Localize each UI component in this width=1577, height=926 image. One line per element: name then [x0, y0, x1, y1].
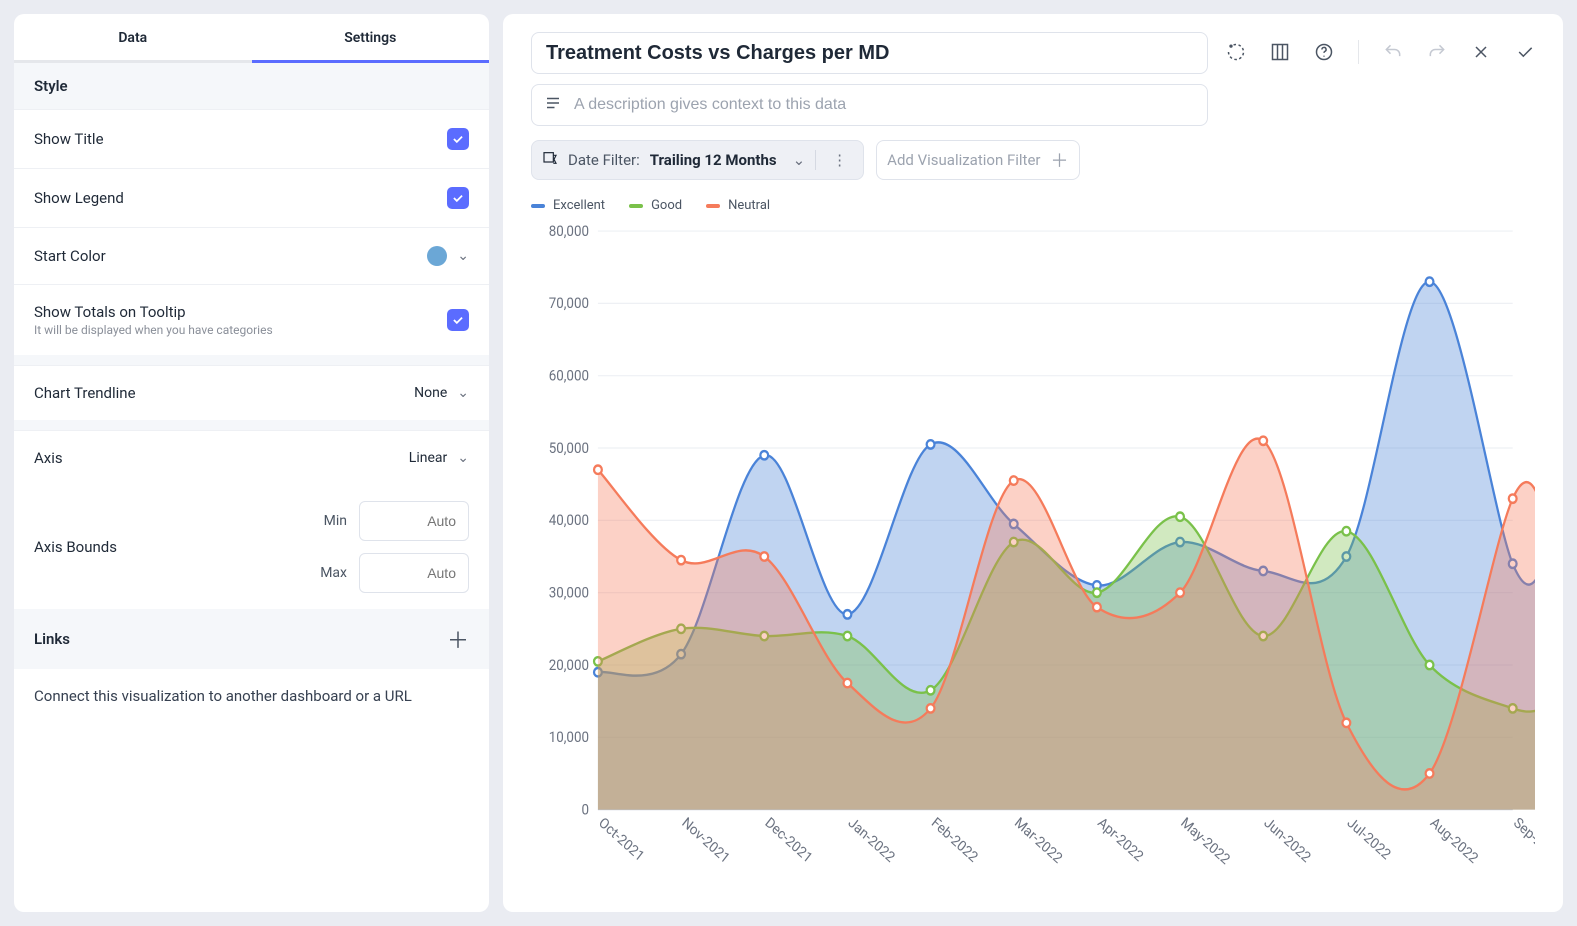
- filter-more-icon[interactable]: ⋮: [826, 151, 853, 169]
- label-max: Max: [307, 565, 347, 581]
- redo-icon[interactable]: [1427, 42, 1447, 62]
- svg-text:Oct-2021: Oct-2021: [595, 815, 647, 865]
- sub-show-totals: It will be displayed when you have categ…: [34, 323, 273, 337]
- confirm-icon[interactable]: [1515, 42, 1535, 62]
- main-panel: Date Filter: Trailing 12 Months ⌄ ⋮ Add …: [503, 14, 1563, 912]
- label-axis: Axis: [34, 449, 63, 467]
- tab-settings[interactable]: Settings: [252, 14, 490, 63]
- svg-text:40,000: 40,000: [549, 513, 589, 530]
- chevron-down-icon: ⌄: [457, 248, 469, 264]
- sidebar-tabs: Data Settings: [14, 14, 489, 63]
- row-start-color: Start Color ⌄: [14, 227, 489, 284]
- refresh-icon[interactable]: [1226, 42, 1246, 62]
- label-min: Min: [307, 513, 347, 529]
- svg-text:Sep-2022: Sep-2022: [1510, 815, 1535, 867]
- svg-text:10,000: 10,000: [549, 730, 589, 747]
- svg-text:80,000: 80,000: [549, 223, 589, 240]
- toolbar: [1226, 32, 1535, 64]
- svg-text:Jan-2022: Jan-2022: [845, 815, 898, 867]
- separator: [1358, 40, 1359, 64]
- plus-icon: ＋: [1051, 147, 1069, 173]
- label-show-title: Show Title: [34, 130, 104, 148]
- date-filter-pill[interactable]: Date Filter: Trailing 12 Months ⌄ ⋮: [531, 140, 864, 180]
- chart-area: 0 10,000 20,000 30,000 40,000 50,000 60,000 70,…: [531, 219, 1535, 894]
- svg-text:Aug-2022: Aug-2022: [1427, 815, 1481, 868]
- svg-text:Jun-2022: Jun-2022: [1261, 815, 1314, 867]
- color-swatch-icon: [427, 246, 447, 266]
- legend-excellent: Excellent: [531, 198, 605, 213]
- input-axis-min[interactable]: [359, 501, 469, 541]
- description-row: [531, 84, 1208, 126]
- trendline-value: None: [414, 385, 447, 401]
- chart-title-input[interactable]: [531, 32, 1208, 74]
- axis-value: Linear: [409, 450, 447, 466]
- row-show-legend: Show Legend: [14, 168, 489, 227]
- close-icon[interactable]: [1471, 42, 1491, 62]
- trendline-select[interactable]: None ⌄: [414, 385, 469, 401]
- links-header-text: Links: [34, 630, 70, 648]
- row-chart-trendline: Chart Trendline None ⌄: [14, 365, 489, 420]
- label-show-totals: Show Totals on Tooltip: [34, 303, 273, 321]
- svg-text:Jul-2022: Jul-2022: [1344, 815, 1394, 864]
- label-show-legend: Show Legend: [34, 189, 124, 207]
- legend-neutral: Neutral: [706, 198, 770, 213]
- svg-text:Feb-2022: Feb-2022: [928, 815, 981, 866]
- svg-text:Apr-2022: Apr-2022: [1094, 815, 1146, 866]
- svg-text:50,000: 50,000: [549, 440, 589, 457]
- svg-text:Dec-2021: Dec-2021: [762, 815, 815, 867]
- undo-icon[interactable]: [1383, 42, 1403, 62]
- legend-good: Good: [629, 198, 682, 213]
- filter-icon: [542, 150, 558, 170]
- section-style: Style: [14, 63, 489, 109]
- links-note: Connect this visualization to another da…: [14, 669, 489, 723]
- section-links: Links ＋: [14, 609, 489, 669]
- svg-text:Nov-2021: Nov-2021: [679, 815, 733, 868]
- svg-text:60,000: 60,000: [549, 368, 589, 385]
- svg-text:May-2022: May-2022: [1178, 815, 1233, 869]
- svg-text:70,000: 70,000: [549, 296, 589, 313]
- checkbox-show-title[interactable]: [447, 128, 469, 150]
- svg-text:Mar-2022: Mar-2022: [1011, 815, 1065, 868]
- chart-legend: Excellent Good Neutral: [531, 198, 1535, 213]
- chevron-down-icon: ⌄: [793, 151, 806, 169]
- chevron-down-icon: ⌄: [457, 385, 469, 401]
- chevron-down-icon: ⌄: [457, 450, 469, 466]
- add-filter-button[interactable]: Add Visualization Filter ＋: [876, 140, 1079, 180]
- row-show-totals: Show Totals on Tooltip It will be displa…: [14, 284, 489, 355]
- row-axis: Axis Linear ⌄: [14, 430, 489, 485]
- add-link-button[interactable]: ＋: [447, 623, 469, 655]
- label-axis-bounds: Axis Bounds: [34, 538, 295, 556]
- input-axis-max[interactable]: [359, 553, 469, 593]
- row-show-title: Show Title: [14, 109, 489, 168]
- checkbox-show-totals[interactable]: [447, 309, 469, 331]
- checkbox-show-legend[interactable]: [447, 187, 469, 209]
- add-filter-label: Add Visualization Filter: [887, 151, 1040, 169]
- grid-icon[interactable]: [1270, 42, 1290, 62]
- svg-text:0: 0: [581, 802, 589, 819]
- svg-text:30,000: 30,000: [549, 585, 589, 602]
- help-icon[interactable]: [1314, 42, 1334, 62]
- start-color-picker[interactable]: ⌄: [427, 246, 469, 266]
- settings-sidebar: Data Settings Style Show Title Show Lege…: [14, 14, 489, 912]
- date-filter-label: Date Filter:: [568, 151, 640, 169]
- axis-select[interactable]: Linear ⌄: [409, 450, 469, 466]
- label-start-color: Start Color: [34, 247, 106, 265]
- tab-data[interactable]: Data: [14, 14, 252, 63]
- svg-text:20,000: 20,000: [549, 657, 589, 674]
- label-trendline: Chart Trendline: [34, 384, 136, 402]
- date-filter-value: Trailing 12 Months: [650, 151, 777, 169]
- description-icon: [544, 94, 562, 116]
- description-input[interactable]: [574, 96, 1195, 114]
